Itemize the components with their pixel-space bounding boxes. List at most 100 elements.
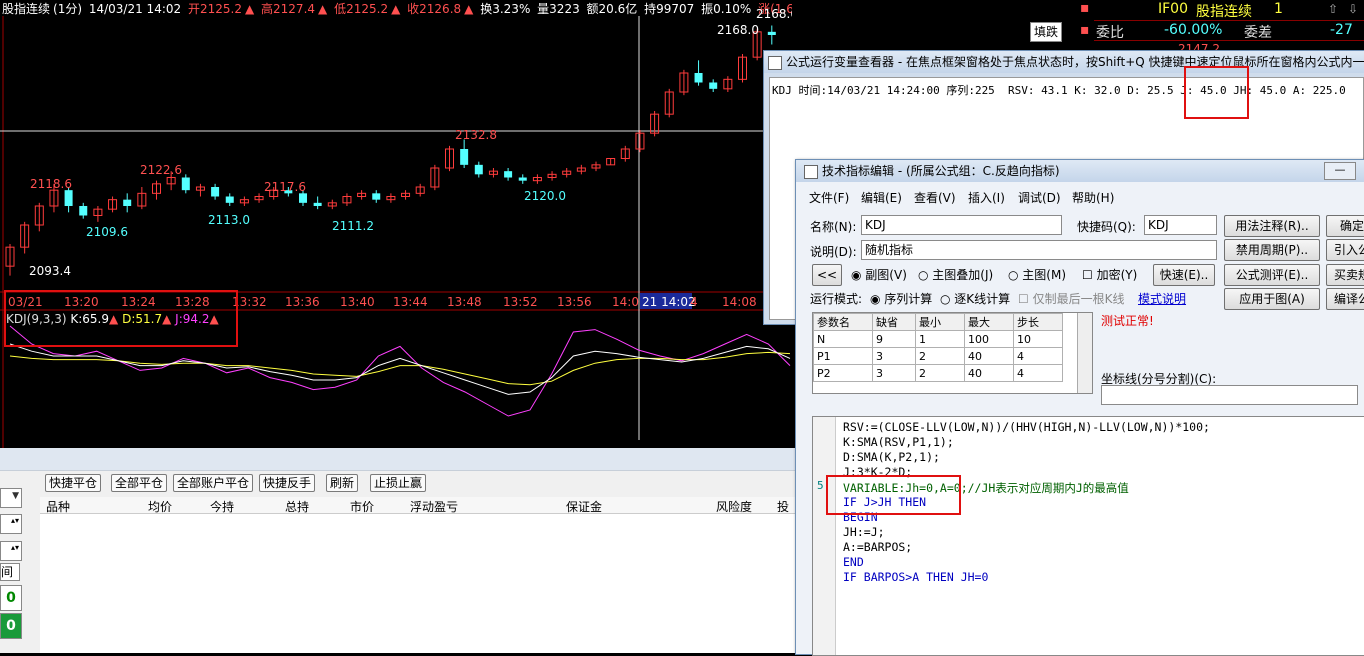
menu-insert[interactable]: 插入(I)	[968, 189, 1005, 206]
import-button[interactable]: 引入公	[1326, 239, 1364, 261]
time-tick-label: 13:56	[557, 295, 592, 309]
scroll-arrows-icon[interactable]: ⇧	[1328, 2, 1338, 16]
speed-button[interactable]: 快速(E)..	[1153, 264, 1215, 286]
spinner[interactable]: ▴▾	[0, 541, 22, 561]
param-cell[interactable]: 3	[872, 364, 916, 382]
spinner[interactable]: ▴▾	[0, 514, 22, 534]
menu-edit[interactable]: 编辑(E)	[861, 189, 902, 206]
stop-loss-button[interactable]: 止损止赢	[370, 474, 427, 492]
scroll-arrows-icon[interactable]: ⇩	[1348, 2, 1358, 16]
param-col-header: 缺省	[872, 313, 916, 331]
refresh-button[interactable]: 刷新	[326, 474, 359, 492]
params-table[interactable]: 参数名 缺省 最小 最大 步长 N 9 1 100 10 P1 3 2 40 4 P2 3 2 40 4	[812, 312, 1093, 394]
param-row[interactable]: P2 3 2 40 4	[813, 364, 1063, 382]
kline-svg: 2168.6 2168.0 2132.8 2122.6 2118.6 2117.6 2120…	[0, 7, 792, 448]
price-label: 2109.6	[86, 225, 128, 239]
desc-input[interactable]: 随机指标	[861, 240, 1217, 260]
radio-mainchart[interactable]: ○ 主图(M)	[1008, 266, 1066, 283]
name-input[interactable]: KDJ	[861, 215, 1062, 235]
weicha-label: 委差	[1244, 25, 1272, 41]
confirm-button[interactable]: 确定	[1326, 215, 1364, 237]
code-line: K:SMA(RSV,P1,1);	[843, 435, 954, 449]
radio-subchart-label: 副图(V)	[865, 268, 907, 282]
quick-close-button[interactable]: 快捷平仓	[45, 474, 102, 492]
value-box-green: 0	[0, 613, 22, 639]
radio-overlay[interactable]: ○ 主图叠加(J)	[918, 266, 993, 283]
param-cell[interactable]: 4	[1013, 347, 1063, 365]
compile-button[interactable]: 编译公	[1326, 288, 1364, 310]
collapse-button[interactable]: <<	[812, 264, 842, 286]
col-header[interactable]: 保证金	[566, 498, 602, 515]
code-editor[interactable]: 5 RSV:=(CLOSE-LLV(LOW,N))/(HHV(HIGH,N)-L…	[812, 416, 1364, 656]
param-row[interactable]: N 9 1 100 10	[813, 330, 1063, 348]
candle-body	[518, 177, 527, 181]
code-text: IF BARPOS>A THEN JH=0	[843, 570, 989, 584]
line-gutter	[813, 417, 836, 655]
code-text: D:SMA(K,P2,1);	[843, 450, 940, 464]
param-cell[interactable]: P1	[813, 347, 873, 365]
interval-label[interactable]: 间	[0, 563, 20, 581]
candle-body	[211, 187, 220, 197]
time-tick-label: 13:52	[503, 295, 538, 309]
menu-view[interactable]: 查看(V)	[914, 189, 956, 206]
radio-bar-calc[interactable]: ○ 逐K线计算	[940, 290, 1010, 307]
close-all-accounts-button[interactable]: 全部账户平仓	[173, 474, 254, 492]
code-text: A:=BARPOS;	[843, 540, 913, 554]
col-header[interactable]: 市价	[350, 498, 374, 515]
last-bar-checkbox[interactable]: ☐ 仅制最后一根K线	[1018, 290, 1124, 307]
params-scrollbar[interactable]	[1077, 313, 1092, 393]
param-cell[interactable]: 40	[964, 364, 1014, 382]
encrypt-label: 加密(Y)	[1096, 268, 1138, 282]
col-header[interactable]: 总持	[285, 498, 309, 515]
quick-reverse-button[interactable]: 快捷反手	[259, 474, 316, 492]
param-cell[interactable]: N	[813, 330, 873, 348]
param-cell[interactable]: 2	[915, 364, 965, 382]
positions-table-body[interactable]	[40, 514, 797, 653]
param-cell[interactable]: 2	[915, 347, 965, 365]
col-header[interactable]: 风险度	[716, 498, 752, 515]
variable-viewer-titlebar[interactable]: 公式运行变量查看器 - 在焦点框架窗格处于焦点状态时，按Shift+Q 快捷键中…	[764, 51, 1364, 73]
instrument-code: IF00	[1158, 1, 1188, 17]
radio-subchart[interactable]: ◉ 副图(V)	[851, 266, 907, 283]
param-cell[interactable]: 3	[872, 347, 916, 365]
buysell-button[interactable]: 买卖规	[1326, 264, 1364, 286]
kdj-d-line	[9, 351, 791, 386]
price-label: 2093.4	[29, 264, 71, 278]
candle-body	[299, 193, 307, 203]
usage-notes-button[interactable]: 用法注释(R)..	[1224, 215, 1320, 237]
disable-period-button[interactable]: 禁用周期(P)..	[1224, 239, 1320, 261]
apply-to-chart-button[interactable]: 应用于图(A)	[1224, 288, 1320, 310]
param-cell[interactable]: P2	[813, 364, 873, 382]
menu-debug[interactable]: 调试(D)	[1018, 189, 1061, 206]
param-cell[interactable]: 1	[915, 330, 965, 348]
menu-file[interactable]: 文件(F)	[809, 189, 849, 206]
param-cell[interactable]: 40	[964, 347, 1014, 365]
price-label: 2117.6	[264, 180, 306, 194]
mode-help-link[interactable]: 模式说明	[1138, 290, 1186, 307]
close-all-button[interactable]: 全部平仓	[111, 474, 168, 492]
col-header[interactable]: 今持	[210, 498, 234, 515]
param-row[interactable]: P1 3 2 40 4	[813, 347, 1063, 365]
minimize-button[interactable]: —	[1324, 162, 1356, 180]
time-tick-label: 14:08	[722, 295, 757, 309]
radio-seq-calc[interactable]: ◉ 序列计算	[870, 290, 932, 307]
param-cell[interactable]: 10	[1013, 330, 1063, 348]
param-cell[interactable]: 4	[1013, 364, 1063, 382]
fill-button[interactable]: 填跌	[1030, 22, 1062, 42]
test-status: 测试正常!	[1101, 314, 1154, 328]
dropdown[interactable]: ▼	[0, 488, 22, 508]
encrypt-checkbox[interactable]: ☐ 加密(Y)	[1082, 266, 1137, 283]
param-cell[interactable]: 9	[872, 330, 916, 348]
shortcut-input[interactable]: KDJ	[1144, 215, 1217, 235]
code-line: RSV:=(CLOSE-LLV(LOW,N))/(HHV(HIGH,N)-LLV…	[843, 420, 1210, 434]
col-header[interactable]: 均价	[148, 498, 172, 515]
menu-help[interactable]: 帮助(H)	[1072, 189, 1114, 206]
formula-evaluate-button[interactable]: 公式测评(E)..	[1224, 264, 1320, 286]
col-header[interactable]: 浮动盈亏	[410, 498, 458, 515]
editor-titlebar[interactable]: 技术指标编辑 - (所属公式组：C.反趋向指标)	[796, 160, 1364, 182]
candle-body	[225, 196, 234, 203]
kline-chart-panel[interactable]: 股指连续 (1分) 14/03/21 14:02 开2125.2 ▲ 高2127.4…	[0, 0, 792, 448]
col-header[interactable]: 品种	[46, 498, 70, 515]
param-cell[interactable]: 100	[964, 330, 1014, 348]
axis-lines-input[interactable]	[1101, 385, 1358, 405]
